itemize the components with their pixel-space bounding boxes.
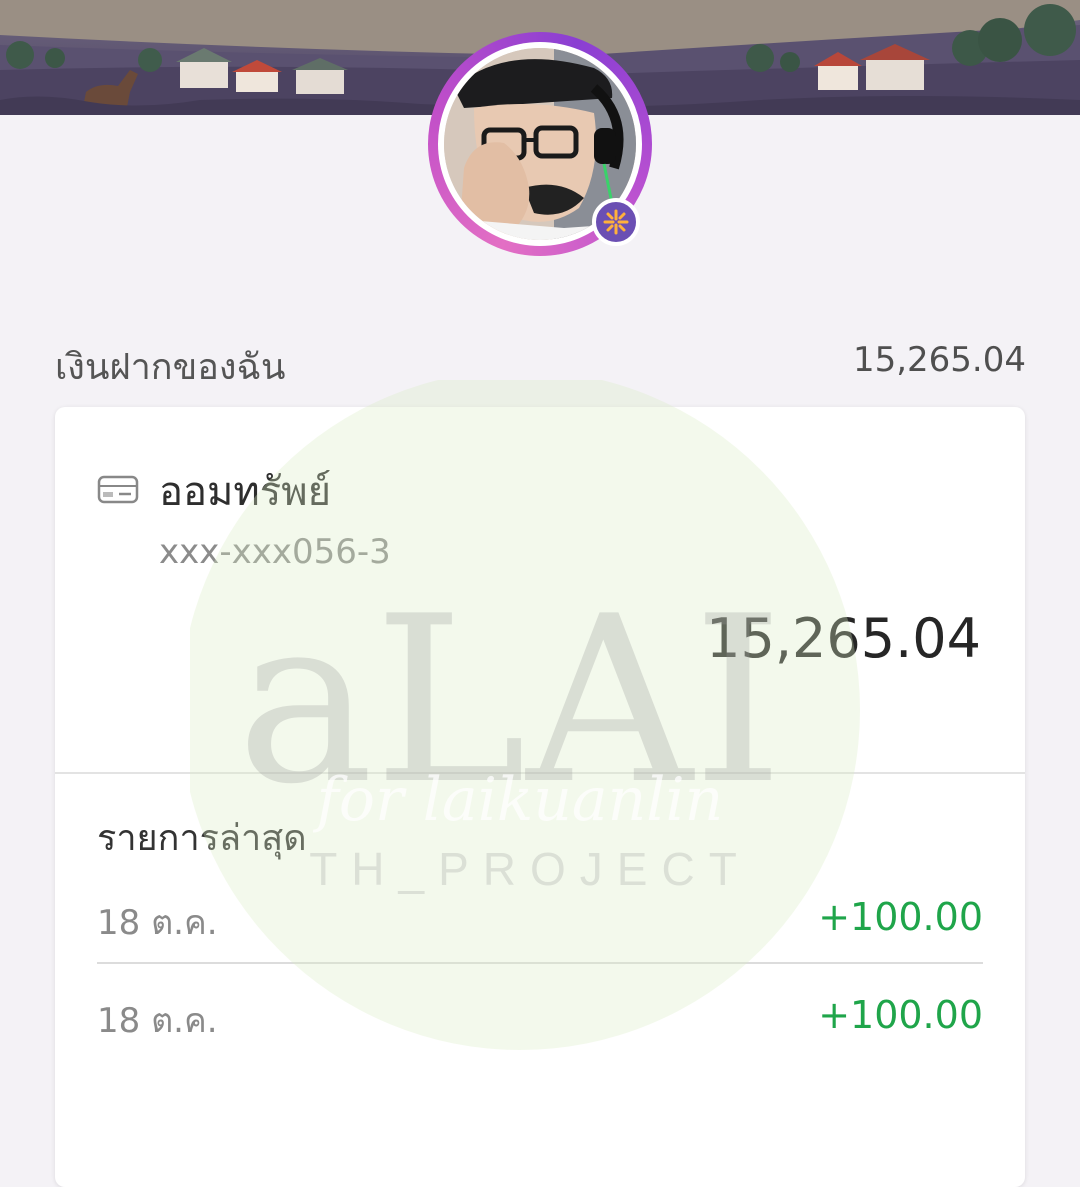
deposits-title: เงินฝากของฉัน <box>55 347 286 388</box>
transaction-date: 18 ต.ค. <box>97 1001 218 1041</box>
card-divider <box>55 772 1025 774</box>
transaction-amount: +100.00 <box>818 993 983 1037</box>
account-card[interactable]: ออมทรัพย์ xxx-xxx056-3 15,265.04 รายการล… <box>55 407 1025 1187</box>
account-type: ออมทรัพย์ <box>159 469 332 515</box>
verified-badge <box>592 198 640 246</box>
recent-transactions-title: รายการล่าสุด <box>97 818 307 859</box>
sparkle-icon <box>603 209 629 235</box>
card-icon <box>97 475 139 509</box>
transaction-divider <box>97 962 983 964</box>
account-number: xxx-xxx056-3 <box>159 532 391 572</box>
account-balance: 15,265.04 <box>706 607 981 670</box>
transaction-row[interactable]: 18 ต.ค. +100.00 <box>97 895 983 965</box>
transaction-date: 18 ต.ค. <box>97 903 218 943</box>
deposits-total: 15,265.04 <box>852 340 1026 380</box>
profile-avatar[interactable] <box>428 32 652 256</box>
transaction-amount: +100.00 <box>818 895 983 939</box>
transaction-row[interactable]: 18 ต.ค. +100.00 <box>97 993 983 1063</box>
